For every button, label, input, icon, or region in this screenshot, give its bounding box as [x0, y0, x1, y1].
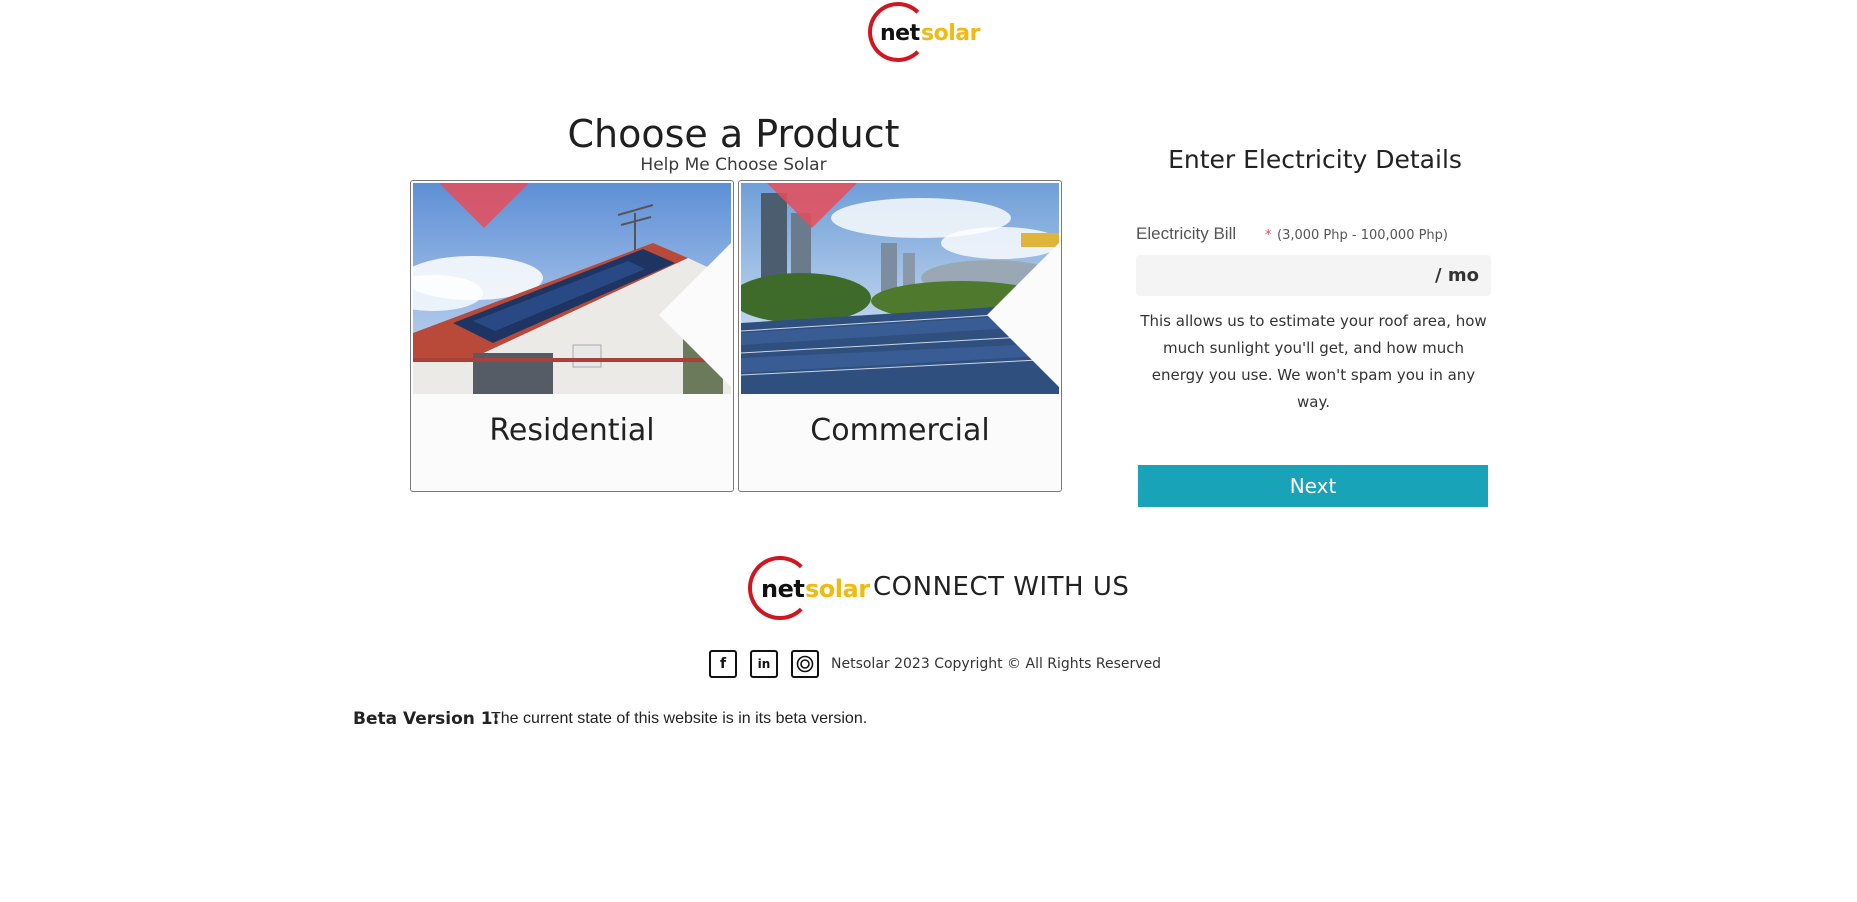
connect-with-us-text: CONNECT WITH US [873, 572, 1130, 602]
page-subtitle: Help Me Choose Solar [640, 155, 827, 175]
notch-decoration [659, 243, 731, 387]
logo-text-solar: solar [921, 21, 980, 46]
beta-version-text: The current state of this website is in … [491, 710, 868, 727]
logo-text-net: net [761, 575, 805, 603]
instagram-icon[interactable] [791, 650, 819, 678]
page-title: Choose a Product [567, 112, 900, 156]
bill-range-hint: (3,000 Php - 100,000 Php) [1277, 228, 1448, 243]
notch-decoration [987, 243, 1059, 387]
electricity-bill-field: / mo [1136, 255, 1491, 296]
linkedin-glyph: in [757, 657, 771, 671]
beta-version-label: Beta Version 1: [353, 709, 500, 729]
logo-text-solar: solar [805, 575, 870, 603]
copyright-text: Netsolar 2023 Copyright © All Rights Res… [831, 656, 1162, 672]
ribbon-decoration [439, 183, 529, 228]
footer-logo[interactable]: net solar [748, 556, 870, 622]
product-label-residential: Residential [489, 413, 655, 448]
electricity-bill-label: Electricity Bill [1136, 224, 1237, 243]
bill-help-text: This allows us to estimate your roof are… [1140, 312, 1487, 411]
instagram-glyph [796, 655, 814, 673]
header-logo[interactable]: net solar [868, 2, 980, 64]
next-button[interactable]: Next [1138, 465, 1488, 507]
facebook-glyph: f [719, 656, 727, 672]
product-card-residential[interactable]: Residential [410, 180, 734, 492]
facebook-icon[interactable]: f [709, 650, 737, 678]
required-marker: * [1265, 228, 1272, 243]
linkedin-icon[interactable]: in [750, 650, 778, 678]
ribbon-decoration [767, 183, 857, 228]
logo-text-net: net [880, 21, 920, 46]
product-card-commercial[interactable]: Commercial [738, 180, 1062, 492]
electricity-bill-input[interactable] [1136, 255, 1426, 296]
residential-image [413, 183, 731, 394]
product-label-commercial: Commercial [810, 413, 990, 448]
commercial-image [741, 183, 1059, 394]
electricity-details-title: Enter Electricity Details [1168, 145, 1462, 174]
bill-unit-label: / mo [1435, 265, 1479, 286]
